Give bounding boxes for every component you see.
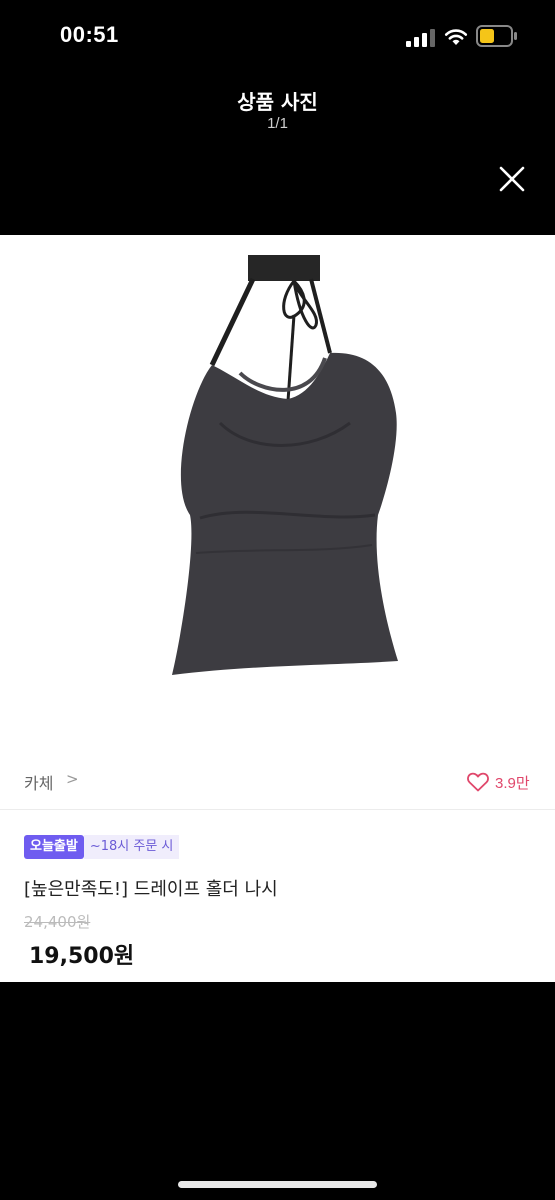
product-title[interactable]: [높은만족도!] 드레이프 홀더 나시 [24,875,278,901]
photo-counter: 1/1 [267,115,288,132]
battery-icon [476,25,517,47]
like-count: 3.9만 [495,775,530,792]
chevron-right-icon[interactable]: > [66,770,79,788]
status-bar: 00:51 [0,0,555,75]
divider [0,809,555,810]
original-price: 24,400원 [24,913,91,931]
sale-price: 19,500원 [29,944,135,969]
close-icon[interactable] [496,163,528,195]
heart-outline-icon[interactable] [467,772,489,792]
viewer-title: 상품 사진 [237,90,318,114]
delivery-badges: 오늘출발 ~18시 주문 시 [24,835,180,859]
status-time: 00:51 [60,22,119,47]
brand-name[interactable]: 카체 [24,770,53,794]
product-card: 카체 > 3.9만 오늘출발 ~18시 주문 시 [높은만족도!] 드레이프 홀… [0,235,555,982]
home-indicator[interactable] [178,1181,377,1188]
badge-order-cutoff: ~18시 주문 시 [83,835,180,859]
photo-viewer-header: 상품 사진 1/1 [0,75,555,235]
product-image[interactable] [160,253,410,678]
badge-today-shipping: 오늘출발 [24,835,84,859]
wifi-icon [444,29,468,45]
brand-row[interactable]: 카체 > 3.9만 [0,760,555,808]
signal-icon [406,29,435,47]
